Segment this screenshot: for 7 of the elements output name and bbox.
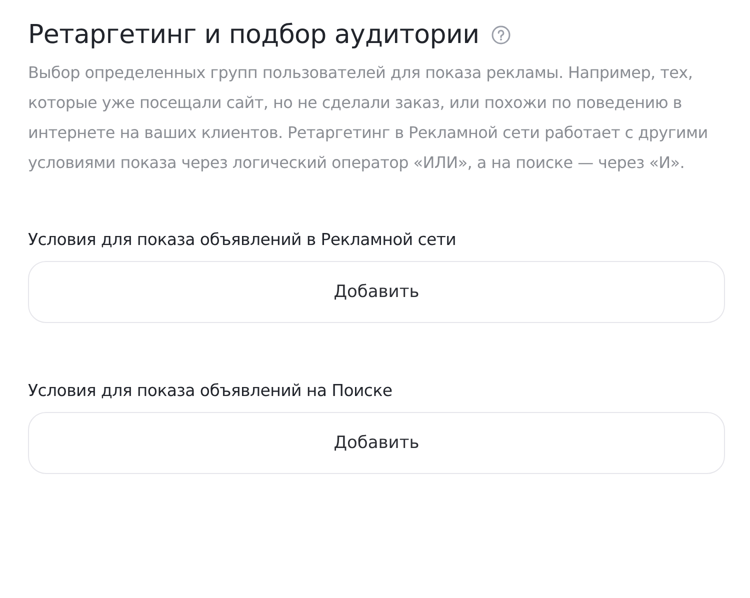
help-icon[interactable] [491, 25, 512, 45]
add-button[interactable]: Добавить [28, 261, 725, 323]
section-title: Ретаргетинг и подбор аудитории [28, 20, 480, 50]
section-label: Условия для показа объявлений в Рекламной сети [28, 230, 458, 249]
add-button[interactable]: Добавить [28, 412, 725, 474]
description-text: Выбор определенных групп пользователей для показа рекламы. Например, тех, которые уже посещали сайт, но не сделали заказ, или похожи по поведению в интернете на ваших клиентов. Ретаргетинг в Рекламной сети работает с другими условиями показа через логический оператор «ИЛИ», а на поиске — через «И». [28, 62, 709, 174]
section-label: Условия для показа объявлений на Поиске [28, 381, 394, 400]
